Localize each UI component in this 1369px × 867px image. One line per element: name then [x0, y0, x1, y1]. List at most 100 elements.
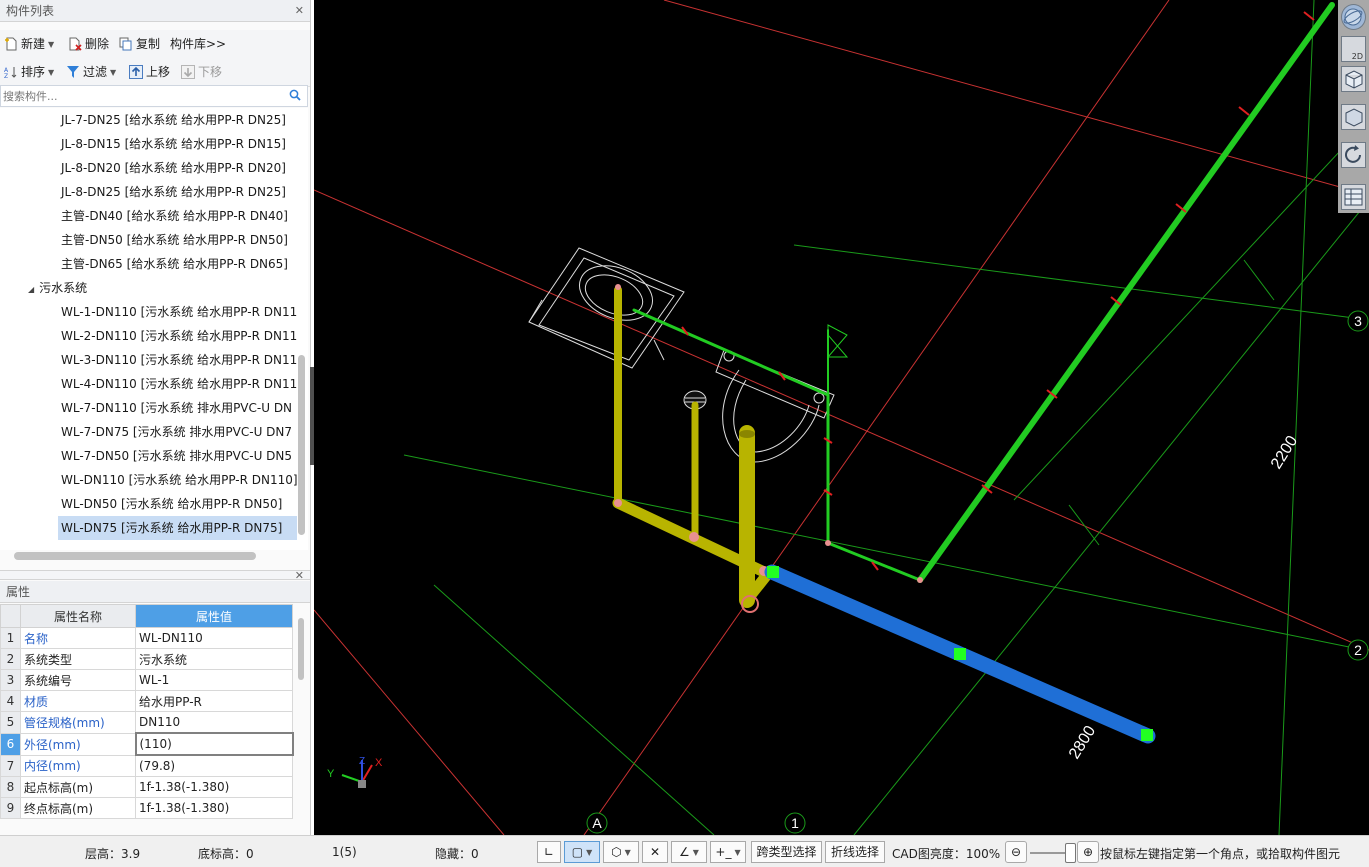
- cube-view-icon[interactable]: [1341, 66, 1366, 92]
- property-name: 材质: [20, 690, 136, 712]
- move-down-button[interactable]: 下移: [181, 63, 222, 81]
- properties-scrollbar[interactable]: [298, 618, 304, 680]
- search-icon[interactable]: [289, 89, 301, 101]
- tree-item[interactable]: WL-7-DN50 [污水系统 排水用PVC-U DN5: [61, 444, 292, 468]
- polyline-select-button[interactable]: 折线选择: [825, 841, 885, 863]
- property-row[interactable]: 9 终点标高(m) 1f-1.38(-1.380): [0, 797, 293, 819]
- grip-point-start[interactable]: [767, 566, 779, 578]
- tree-item[interactable]: 主管-DN65 [给水系统 给水用PP-R DN65]: [61, 252, 288, 276]
- green-grid-line: [1013, 119, 1369, 501]
- properties-header-row: 属性名称 属性值: [0, 604, 293, 628]
- tree-item[interactable]: WL-2-DN110 [污水系统 给水用PP-R DN11: [61, 324, 297, 348]
- property-row[interactable]: 7 内径(mm) (79.8): [0, 754, 293, 777]
- delete-button[interactable]: 删除: [68, 35, 109, 53]
- sort-button[interactable]: A Z 排序 ▼: [4, 63, 54, 81]
- tree-item[interactable]: JL-7-DN25 [给水系统 给水用PP-R DN25]: [61, 108, 286, 132]
- 3d-viewport[interactable]: 3 2 A 1 2200 2800 Y X Z: [314, 0, 1369, 835]
- row-index: 7: [0, 754, 21, 777]
- tree-item[interactable]: WL-7-DN110 [污水系统 排水用PVC-U DN: [61, 396, 292, 420]
- grip-point-mid[interactable]: [954, 648, 966, 660]
- component-library-button[interactable]: 构件库>>: [170, 35, 226, 53]
- tree-item[interactable]: JL-8-DN25 [给水系统 给水用PP-R DN25]: [61, 180, 286, 204]
- dynamic-observe-icon[interactable]: [1341, 4, 1366, 30]
- tree-item[interactable]: WL-DN50 [污水系统 给水用PP-R DN50]: [61, 492, 282, 516]
- tree-item[interactable]: WL-3-DN110 [污水系统 给水用PP-R DN11: [61, 348, 297, 372]
- component-list-title: 构件列表: [6, 4, 55, 18]
- property-row[interactable]: 4 材质 给水用PP-R: [0, 690, 293, 712]
- cross-type-select-button[interactable]: 跨类型选择: [751, 841, 822, 863]
- copy-button[interactable]: 复制: [119, 35, 160, 53]
- property-value[interactable]: 给水用PP-R: [135, 690, 293, 712]
- view-2d-button[interactable]: 2D: [1341, 36, 1366, 62]
- property-row[interactable]: 2 系统类型 污水系统: [0, 648, 293, 670]
- dimension-2800: 2800: [1066, 723, 1099, 762]
- angle-snap-icon[interactable]: ∠ ▼: [671, 841, 707, 863]
- chevron-down-icon: ▼: [586, 848, 593, 857]
- property-row[interactable]: 3 系统编号 WL-1: [0, 669, 293, 691]
- new-file-icon: [5, 37, 17, 51]
- tree-item[interactable]: 主管-DN50 [给水系统 给水用PP-R DN50]: [61, 228, 288, 252]
- chevron-down-icon: ▼: [734, 848, 741, 857]
- tree-group-sewage[interactable]: ◢ 污水系统: [28, 276, 87, 300]
- property-name-header[interactable]: 属性名称: [20, 604, 136, 628]
- new-button[interactable]: 新建 ▼: [4, 35, 54, 53]
- solid-cube-icon[interactable]: [1341, 104, 1366, 130]
- tree-item[interactable]: WL-7-DN75 [污水系统 排水用PVC-U DN7: [61, 420, 292, 444]
- property-name: 终点标高(m): [20, 797, 136, 819]
- tree-item[interactable]: WL-4-DN110 [污水系统 给水用PP-R DN11: [61, 372, 297, 396]
- tree-item[interactable]: WL-DN110 [污水系统 给水用PP-R DN110]: [61, 468, 298, 492]
- properties-table: 属性名称 属性值 1 名称 WL-DN110 2 系统类型 污水系统 3 系统编…: [0, 604, 294, 819]
- intersect-icon[interactable]: ✕: [642, 841, 668, 863]
- base-elevation: 底标高：0: [198, 847, 254, 861]
- 3d-box-icon[interactable]: ⬡ ▼: [603, 841, 639, 863]
- plus-icon[interactable]: ⊕: [1077, 841, 1099, 863]
- property-value[interactable]: 1f-1.38(-1.380): [135, 776, 293, 798]
- tree-horizontal-scrollbar[interactable]: [14, 552, 256, 560]
- tree-vertical-scrollbar[interactable]: [298, 355, 305, 535]
- green-branch-pipe[interactable]: [826, 541, 922, 582]
- property-value-header[interactable]: 属性值: [135, 604, 293, 628]
- property-value[interactable]: WL-DN110: [135, 627, 293, 649]
- tree-item-selected[interactable]: WL-DN75 [污水系统 给水用PP-R DN75]: [58, 516, 297, 540]
- tree-item[interactable]: JL-8-DN15 [给水系统 给水用PP-R DN15]: [61, 132, 286, 156]
- grip-point-end[interactable]: [1141, 729, 1153, 741]
- green-main-pipe[interactable]: [917, 2, 1335, 583]
- property-value[interactable]: 污水系统: [135, 648, 293, 670]
- offset-icon[interactable]: +_ ▼: [710, 841, 746, 863]
- property-row[interactable]: 5 管径规格(mm) DN110: [0, 711, 293, 734]
- expand-triangle-icon[interactable]: ◢: [28, 285, 34, 294]
- layer-panel-icon[interactable]: [1341, 184, 1366, 210]
- minus-icon[interactable]: ⊖: [1005, 841, 1027, 863]
- view-2d-label: 2D: [1351, 52, 1363, 61]
- tree-item[interactable]: WL-1-DN110 [污水系统 给水用PP-R DN11: [61, 300, 297, 324]
- tree-item[interactable]: 主管-DN40 [给水系统 给水用PP-R DN40]: [61, 204, 288, 228]
- red-grid-line: [314, 609, 505, 835]
- property-value[interactable]: WL-1: [135, 669, 293, 691]
- move-up-button[interactable]: 上移: [129, 63, 170, 81]
- status-bar: 层高：3.9 底标高：0 1(5) 隐藏：0 ∟ ▢ ▼ ⬡ ▼ ✕ ∠ ▼ +_ ▼ …: [0, 835, 1369, 867]
- property-value[interactable]: DN110: [135, 711, 293, 734]
- axis-label-2: 2: [1354, 642, 1362, 658]
- brightness-slider-thumb[interactable]: [1065, 843, 1076, 863]
- property-value[interactable]: 1f-1.38(-1.380): [135, 797, 293, 819]
- properties-title: 属性: [6, 585, 31, 599]
- toilet[interactable]: [715, 349, 835, 463]
- ortho-mode-icon[interactable]: ∟: [537, 841, 561, 863]
- arrow-up-icon: [129, 65, 143, 79]
- property-value-editor[interactable]: (110): [134, 732, 294, 756]
- tree-item[interactable]: JL-8-DN20 [给水系统 给水用PP-R DN20]: [61, 156, 286, 180]
- green-supply-pipes[interactable]: [632, 2, 1335, 583]
- viewport-canvas[interactable]: 3 2 A 1 2200 2800 Y X Z: [314, 0, 1369, 835]
- select-box-icon[interactable]: ▢ ▼: [564, 841, 600, 863]
- property-row[interactable]: 1 名称 WL-DN110: [0, 627, 293, 649]
- row-index: 9: [0, 797, 21, 819]
- property-value[interactable]: (79.8): [135, 754, 293, 777]
- property-row[interactable]: 8 起点标高(m) 1f-1.38(-1.380): [0, 776, 293, 798]
- wash-basin[interactable]: [528, 247, 685, 369]
- close-icon[interactable]: ✕: [295, 0, 304, 22]
- rotate-icon[interactable]: [1341, 142, 1366, 168]
- filter-button[interactable]: 过滤 ▼: [66, 63, 116, 81]
- chevron-down-icon: ▼: [110, 68, 117, 77]
- property-row-active[interactable]: 6 外径(mm) (110): [0, 732, 294, 756]
- search-input[interactable]: [1, 86, 285, 106]
